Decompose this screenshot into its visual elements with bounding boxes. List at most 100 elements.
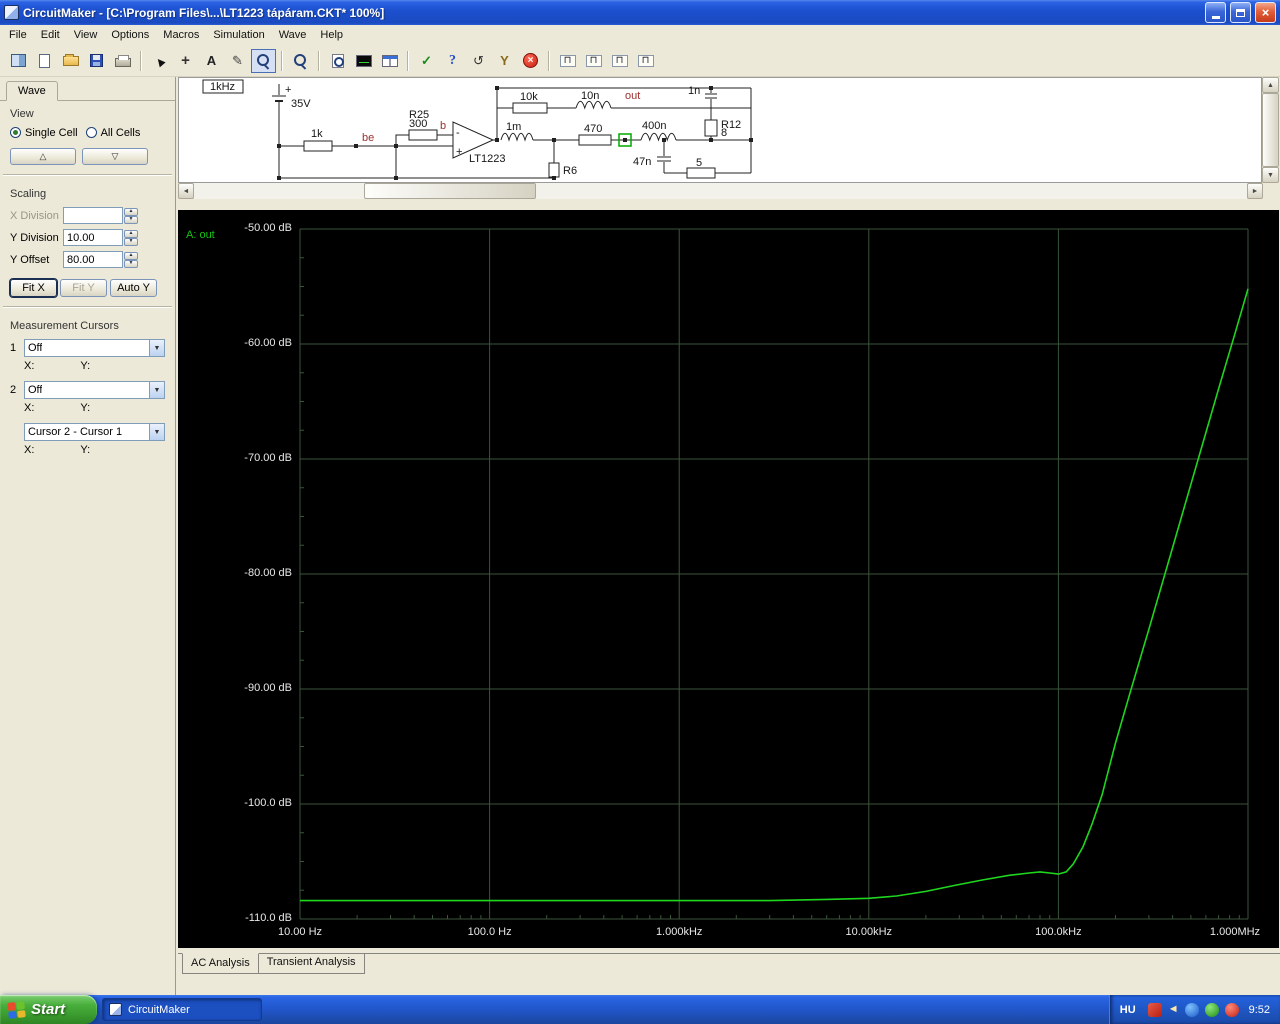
- scroll-track[interactable]: [194, 183, 1247, 199]
- schematic-canvas[interactable]: 1kHz +35V1k beR25300 b-+LT122310k 10n out 1nR1…: [179, 78, 1261, 182]
- cell-down-button[interactable]: ▽: [82, 148, 148, 165]
- measurement-cursors-section: Measurement Cursors 1 Off ▼ X: Y: 2 Off: [0, 313, 175, 469]
- schematic-preview[interactable]: 1kHz +35V 1k be R25 300 b - + LT1223 10k 10n out 1n R1…: [178, 77, 1262, 183]
- wave-panel: Wave View Single Cell All Cells △ ▽ Scal…: [0, 77, 176, 995]
- auto-y-button[interactable]: Auto Y: [110, 279, 157, 297]
- probe-tool-button[interactable]: Y: [492, 49, 517, 73]
- tile-windows-button[interactable]: [377, 49, 402, 73]
- resistor-r25[interactable]: [408, 129, 438, 141]
- cursor1-select[interactable]: Off ▼: [24, 339, 165, 357]
- delete-tool-button[interactable]: ✎: [225, 49, 250, 73]
- resistor-r12[interactable]: [704, 119, 718, 137]
- resistor-r6[interactable]: [548, 162, 560, 178]
- fit-x-button[interactable]: Fit X: [10, 279, 57, 297]
- digital-option-b-button[interactable]: ⊓: [581, 49, 606, 73]
- analysis-tabs-row: AC Analysis Transient Analysis: [178, 948, 1280, 995]
- y-offset-up-button[interactable]: ▲: [124, 251, 138, 260]
- y-offset-input[interactable]: [63, 251, 123, 268]
- security-shield-icon[interactable]: [1147, 1002, 1162, 1017]
- waveform-plot[interactable]: A: out -50.00 dB -60.00 dB -70.00 dB -80.00…: [178, 210, 1279, 948]
- fit-y-button[interactable]: Fit Y: [60, 279, 107, 297]
- resistor-470[interactable]: [578, 134, 612, 146]
- resistor-5[interactable]: [686, 167, 716, 179]
- window-title: CircuitMaker - [C:\Program Files\...\LT1…: [23, 5, 385, 20]
- x-division-input[interactable]: [63, 207, 123, 224]
- schematic-horizontal-scrollbar[interactable]: ◄ ►: [178, 183, 1280, 199]
- messenger-icon[interactable]: [1184, 1002, 1199, 1017]
- resistor-10k[interactable]: [512, 102, 548, 114]
- scroll-down-button[interactable]: ▼: [1262, 167, 1279, 183]
- menu-wave[interactable]: Wave: [272, 26, 314, 44]
- cell-up-button[interactable]: △: [10, 148, 76, 165]
- scroll-up-button[interactable]: ▲: [1262, 77, 1279, 93]
- wave-window-button[interactable]: [351, 49, 376, 73]
- schematic-label: +: [456, 146, 462, 158]
- help-button[interactable]: ?: [440, 49, 465, 73]
- cursor-diff-select[interactable]: Cursor 2 - Cursor 1 ▼: [24, 423, 165, 441]
- menu-edit[interactable]: Edit: [34, 26, 67, 44]
- save-button[interactable]: [84, 49, 109, 73]
- reset-simulation-button[interactable]: ↺: [466, 49, 491, 73]
- antivirus-icon[interactable]: [1204, 1002, 1219, 1017]
- x-axis-tick-label: 10.00 Hz: [277, 926, 323, 938]
- digital-option-a-button[interactable]: ⊓: [555, 49, 580, 73]
- magnify-button[interactable]: [288, 49, 313, 73]
- resistor-1k[interactable]: [303, 140, 333, 152]
- open-button[interactable]: [58, 49, 83, 73]
- cursor2-select[interactable]: Off ▼: [24, 381, 165, 399]
- waveform-window-icon: [355, 54, 372, 67]
- alert-icon[interactable]: [1224, 1002, 1239, 1017]
- schematic-label: 300: [409, 118, 427, 130]
- scroll-thumb[interactable]: [364, 183, 536, 199]
- search-sheet-button[interactable]: [325, 49, 350, 73]
- y-axis-tick-label: -110.0 dB: [245, 912, 292, 924]
- tab-transient-analysis[interactable]: Transient Analysis: [258, 954, 365, 974]
- digital-option-c-button[interactable]: ⊓: [607, 49, 632, 73]
- start-button[interactable]: Start: [0, 995, 97, 1024]
- menu-simulation[interactable]: Simulation: [206, 26, 271, 44]
- new-button[interactable]: [32, 49, 57, 73]
- wave-panel-tab[interactable]: Wave: [6, 81, 58, 101]
- x-division-up-button[interactable]: ▲: [124, 207, 138, 216]
- menu-help[interactable]: Help: [313, 26, 350, 44]
- print-button[interactable]: [110, 49, 135, 73]
- scroll-right-button[interactable]: ►: [1247, 183, 1263, 199]
- menu-macros[interactable]: Macros: [156, 26, 206, 44]
- y-division-input[interactable]: [63, 229, 123, 246]
- menu-view[interactable]: View: [67, 26, 105, 44]
- wire-tool-button[interactable]: +: [173, 49, 198, 73]
- single-cell-radio[interactable]: Single Cell: [10, 127, 78, 139]
- inductor-1m[interactable]: [500, 132, 534, 142]
- y-division-down-button[interactable]: ▼: [124, 237, 138, 246]
- toolbar-separator: [407, 50, 409, 71]
- schematic-view-button[interactable]: [6, 49, 31, 73]
- schematic-label: out: [625, 90, 640, 102]
- y-offset-down-button[interactable]: ▼: [124, 259, 138, 268]
- menu-options[interactable]: Options: [104, 26, 156, 44]
- stop-simulation-button[interactable]: ×: [518, 49, 543, 73]
- language-indicator[interactable]: HU: [1120, 1004, 1136, 1016]
- run-analysis-button[interactable]: ✓: [414, 49, 439, 73]
- all-cells-radio[interactable]: All Cells: [85, 127, 140, 139]
- scroll-thumb[interactable]: [1262, 93, 1279, 167]
- schematic-vertical-scrollbar[interactable]: ▲ ▼: [1262, 77, 1279, 183]
- volume-icon[interactable]: ◄: [1168, 1003, 1179, 1017]
- restore-button[interactable]: [1230, 2, 1251, 23]
- y-division-up-button[interactable]: ▲: [124, 229, 138, 238]
- close-button[interactable]: ×: [1255, 2, 1276, 23]
- inductor-10n[interactable]: [575, 100, 612, 110]
- tab-ac-analysis[interactable]: AC Analysis: [182, 953, 259, 974]
- menu-file[interactable]: File: [2, 26, 34, 44]
- taskbar-item-circuitmaker[interactable]: CircuitMaker: [102, 998, 262, 1021]
- minimize-button[interactable]: [1205, 2, 1226, 23]
- x-division-down-button[interactable]: ▼: [124, 215, 138, 224]
- zoom-tool-button[interactable]: [251, 48, 276, 73]
- text-tool-button[interactable]: A: [199, 49, 224, 73]
- digital-option-d-button[interactable]: ⊓: [633, 49, 658, 73]
- chevron-down-icon: ▼: [149, 340, 164, 356]
- plot-canvas[interactable]: [178, 210, 1279, 948]
- cursor-tool-button[interactable]: ▲: [147, 49, 172, 73]
- inductor-400n[interactable]: [640, 132, 677, 142]
- scroll-left-button[interactable]: ◄: [178, 183, 194, 199]
- scroll-track[interactable]: [1262, 93, 1279, 167]
